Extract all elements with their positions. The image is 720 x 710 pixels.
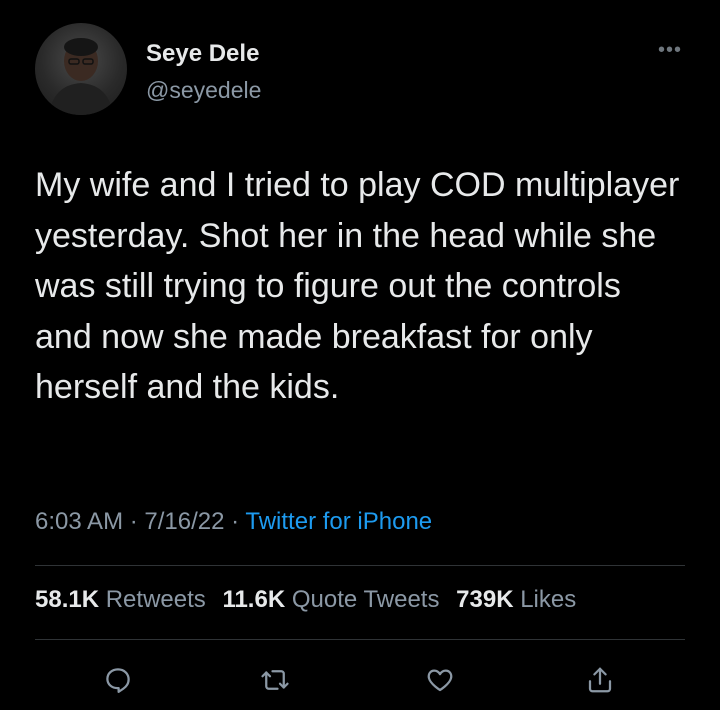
likes-count: 739K [456,586,514,613]
tweet-stats: 58.1K Retweets 11.6K Quote Tweets 739K L… [35,586,586,614]
share-button[interactable] [580,660,620,700]
likes-label: Likes [520,586,577,613]
retweets-label: Retweets [105,586,206,613]
share-icon [588,667,612,693]
like-button[interactable] [420,660,460,700]
retweet-button[interactable] [255,660,295,700]
retweets-count: 58.1K [35,586,100,613]
heart-icon [427,669,453,692]
quote-tweets-count: 11.6K [222,586,286,613]
quote-tweets-stat[interactable]: 11.6K Quote Tweets [222,586,439,613]
retweets-stat[interactable]: 58.1K Retweets [35,586,206,613]
meta-separator: · [231,508,240,535]
more-icon[interactable]: ••• [650,40,690,60]
divider [35,565,685,566]
reply-button[interactable] [98,660,138,700]
tweet-time[interactable]: 6:03 AM [35,508,123,535]
quote-tweets-label: Quote Tweets [291,586,440,613]
display-name[interactable]: Seye Dele [146,40,259,68]
tweet-source[interactable]: Twitter for iPhone [245,508,432,535]
reply-icon [106,668,130,693]
tweet-text: My wife and I tried to play COD multipla… [35,166,680,406]
likes-stat[interactable]: 739K Likes [456,586,576,613]
avatar[interactable] [35,23,127,115]
tweet-detail: Seye Dele @seyedele ••• My wife and I tr… [0,0,720,710]
retweet-icon [261,670,289,690]
tweet-meta: 6:03 AM · 7/16/22 · Twitter for iPhone [35,508,432,536]
tweet-date[interactable]: 7/16/22 [144,508,224,535]
user-handle[interactable]: @seyedele [146,77,261,104]
action-bar [0,660,720,700]
meta-separator: · [129,508,138,535]
divider [35,639,685,640]
